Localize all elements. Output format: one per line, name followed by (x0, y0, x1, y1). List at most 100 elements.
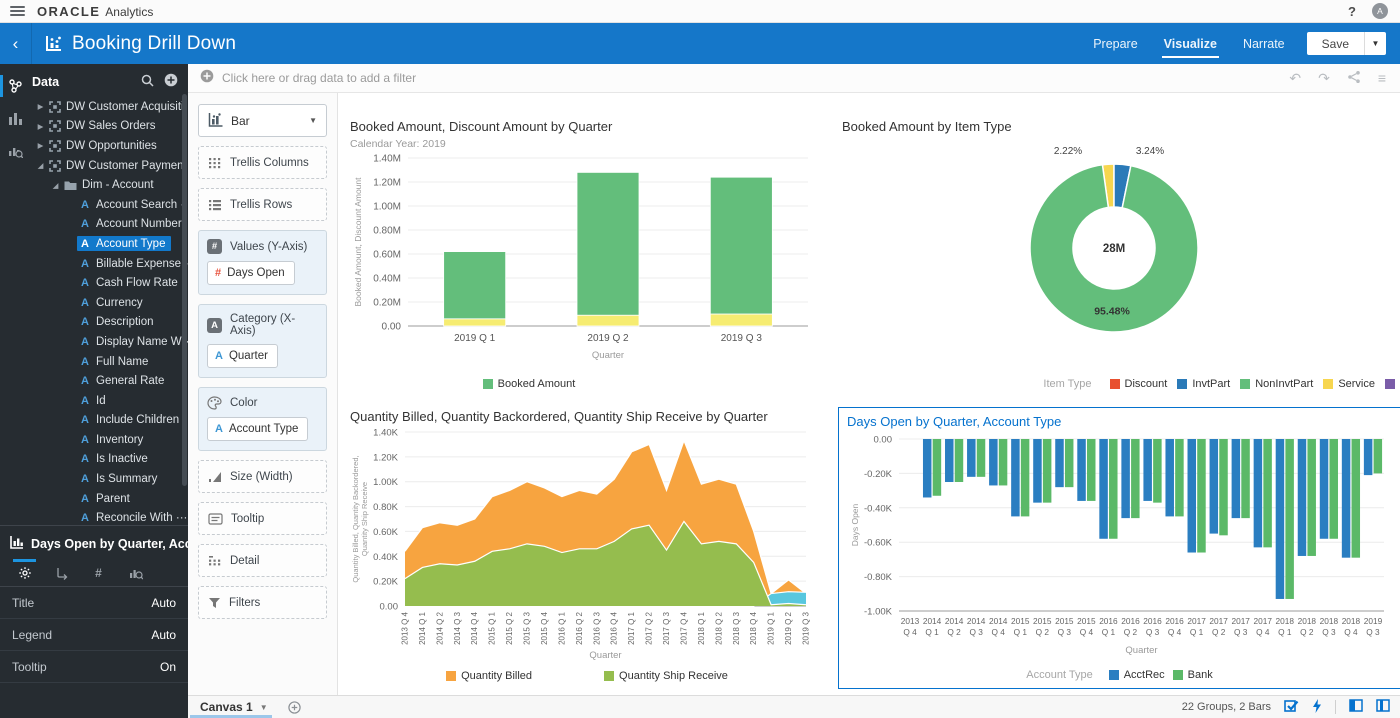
tree-item-full-name[interactable]: A Full Name (30, 352, 188, 372)
bar-acctrec[interactable] (967, 439, 976, 477)
legend-item-booked-amount[interactable]: Booked Amount (482, 378, 575, 390)
property-row-legend[interactable]: Legend Auto (0, 619, 188, 651)
bar-bank[interactable] (1307, 439, 1316, 556)
drop-zone-tooltip[interactable]: Tooltip (198, 502, 327, 535)
collapse-caret-icon[interactable]: ◢ (49, 181, 62, 190)
legend-item-quantity-billed[interactable]: Quantity Billed (446, 670, 532, 682)
tree-item-inventory[interactable]: A Inventory (30, 430, 188, 450)
legend-item-unlabeled[interactable] (1385, 379, 1395, 389)
add-filter-text[interactable]: Click here or drag data to add a filter (222, 71, 416, 85)
add-filter-icon[interactable] (200, 69, 214, 88)
bar-bank[interactable] (1086, 439, 1096, 501)
bar-segment-booked-amount[interactable] (443, 251, 507, 320)
viz-type-select[interactable]: Bar ▼ (198, 104, 327, 137)
redo-icon[interactable]: ↷ (1318, 71, 1330, 85)
property-value[interactable]: On (160, 660, 176, 674)
bar-acctrec[interactable] (945, 439, 954, 482)
bar-bank[interactable] (976, 439, 986, 477)
tree-item-display-name-w[interactable]: A Display Name W··· (30, 332, 188, 352)
bar-bank[interactable] (1263, 439, 1272, 548)
rail-visualizations-icon[interactable] (0, 102, 30, 134)
legend-item-bank[interactable]: Bank (1172, 669, 1213, 681)
viz-quantity-by-quarter[interactable]: Quantity Billed, Quantity Backordered, Q… (346, 407, 828, 689)
field-pill-days-open[interactable]: # Days Open (207, 261, 295, 285)
tree-item-billable-expense[interactable]: A Billable Expense··· (30, 254, 188, 274)
legend-item-service[interactable]: Service (1323, 378, 1375, 390)
tree-item-is-inactive[interactable]: A Is Inactive (30, 450, 188, 470)
tree-item-dw-opportunities[interactable]: ▶ DW Opportunities (30, 136, 188, 156)
search-icon[interactable] (141, 74, 154, 90)
bar-acctrec[interactable] (1209, 439, 1219, 534)
refresh-data-bolt-icon[interactable] (1312, 698, 1322, 716)
legend-item-discount[interactable]: Discount (1109, 378, 1167, 390)
header-tab-visualize[interactable]: Visualize (1161, 23, 1220, 64)
back-button[interactable]: ‹ (0, 23, 32, 64)
field-pill-quarter[interactable]: A Quarter (207, 344, 278, 368)
bar-segment-discount-amount[interactable] (709, 313, 773, 327)
bar-acctrec[interactable] (1033, 439, 1042, 503)
header-tab-narrate[interactable]: Narrate (1243, 23, 1285, 64)
tree-item-dw-sales-orders[interactable]: ▶ DW Sales Orders (30, 117, 188, 137)
property-value[interactable]: Auto (151, 596, 176, 610)
share-icon[interactable] (1347, 70, 1361, 87)
bar-segment-discount-amount[interactable] (443, 318, 507, 327)
bar-acctrec[interactable] (1275, 439, 1285, 599)
add-canvas-icon[interactable] (287, 700, 301, 714)
filter-bar[interactable]: Click here or drag data to add a filter … (188, 64, 1400, 93)
bar-bank[interactable] (1042, 439, 1052, 503)
bar-acctrec[interactable] (1231, 439, 1241, 519)
tree-item-dim-account[interactable]: ◢ Dim - Account (30, 175, 188, 195)
tree-item-currency[interactable]: A Currency (30, 293, 188, 313)
property-row-title[interactable]: Title Auto (0, 587, 188, 619)
bar-acctrec[interactable] (1363, 439, 1373, 476)
canvas-tab[interactable]: Canvas 1 ▼ (188, 696, 280, 718)
drop-zone-filters[interactable]: Filters (198, 586, 327, 619)
bar-acctrec[interactable] (922, 439, 932, 498)
bar-bank[interactable] (1175, 439, 1184, 517)
bar-bank[interactable] (1020, 439, 1030, 517)
viz-booked-by-item-type[interactable]: Booked Amount by Item Type 95.48% 2.22% 3.… (838, 117, 1400, 397)
drop-zone-size-width[interactable]: Size (Width) (198, 460, 327, 493)
tree-item-description[interactable]: A Description (30, 313, 188, 333)
bar-acctrec[interactable] (1297, 439, 1307, 556)
hamburger-menu-icon[interactable] (10, 5, 25, 17)
bar-bank[interactable] (1285, 439, 1294, 599)
collapse-caret-icon[interactable]: ◢ (34, 161, 47, 170)
viz-days-open-by-quarter-account-type[interactable]: Days Open by Quarter, Account Type 0.00 -… (838, 407, 1400, 689)
bar-bank[interactable] (1373, 439, 1383, 474)
tree-scrollbar[interactable] (182, 94, 187, 486)
legend-item-quantity-ship-receive[interactable]: Quantity Ship Receive (604, 670, 728, 682)
drop-zone-trellis-columns[interactable]: Trellis Columns (198, 146, 327, 179)
bar-acctrec[interactable] (1187, 439, 1197, 553)
bar-acctrec[interactable] (1143, 439, 1152, 501)
rail-data-icon[interactable] (0, 70, 30, 102)
add-dataset-icon[interactable] (164, 73, 178, 90)
save-button[interactable]: Save ▼ (1306, 32, 1386, 55)
legend-item-invtpart[interactable]: InvtPart (1177, 378, 1230, 390)
tree-item-account-type[interactable]: A Account Type (30, 234, 188, 254)
undo-icon[interactable]: ↶ (1289, 71, 1301, 85)
drop-zone-trellis-rows[interactable]: Trellis Rows (198, 188, 327, 221)
property-row-tooltip[interactable]: Tooltip On (0, 651, 188, 683)
bar-acctrec[interactable] (1341, 439, 1351, 558)
tab-general-gear-icon[interactable] (6, 559, 43, 586)
save-dropdown-caret[interactable]: ▼ (1364, 32, 1386, 55)
bar-acctrec[interactable] (1055, 439, 1064, 488)
bar-acctrec[interactable] (1165, 439, 1174, 517)
bar-acctrec[interactable] (1099, 439, 1108, 539)
bar-acctrec[interactable] (1319, 439, 1329, 539)
bar-bank[interactable] (954, 439, 964, 482)
bar-bank[interactable] (1153, 439, 1162, 503)
field-pill-account-type[interactable]: A Account Type (207, 417, 309, 441)
tree-item-account-search[interactable]: A Account Search ··· (30, 195, 188, 215)
bar-bank[interactable] (1351, 439, 1361, 558)
bar-bank[interactable] (932, 439, 942, 496)
tree-item-include-children[interactable]: A Include Children (30, 411, 188, 431)
tree-item-general-rate[interactable]: A General Rate (30, 371, 188, 391)
tree-item-reconcile-with[interactable]: A Reconcile With ··· (30, 508, 188, 525)
tab-axis-icon[interactable] (43, 559, 80, 586)
expand-caret-icon[interactable]: ▶ (34, 141, 47, 150)
tree-item-dw-customer-acquisiti[interactable]: ▶ DW Customer Acquisiti··· (30, 97, 188, 117)
tree-item-parent[interactable]: A Parent (30, 489, 188, 509)
help-icon[interactable]: ? (1348, 4, 1356, 19)
